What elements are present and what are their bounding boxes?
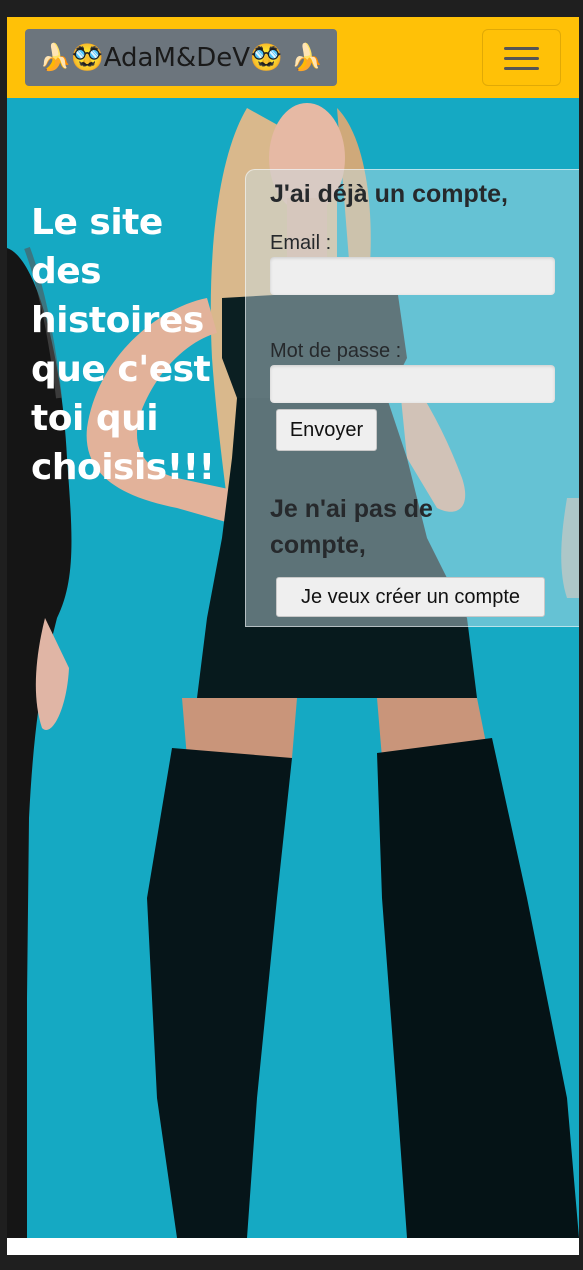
login-title: J'ai déjà un compte,: [270, 180, 508, 208]
email-label: Email :: [270, 232, 332, 254]
browser-viewport: 🍌🥸AdaM&DeV🥸 🍌 Le site des histoires que …: [7, 17, 579, 1255]
hamburger-menu-icon: [504, 47, 539, 50]
email-field[interactable]: [270, 257, 555, 295]
create-account-label: Je veux créer un compte: [301, 585, 520, 608]
navbar: 🍌🥸AdaM&DeV🥸 🍌: [7, 17, 579, 98]
site-brand-link[interactable]: 🍌🥸AdaM&DeV🥸 🍌: [25, 29, 337, 86]
submit-login-button[interactable]: Envoyer: [276, 409, 377, 451]
page-bottom-strip: [7, 1238, 579, 1255]
brand-text: 🍌🥸AdaM&DeV🥸 🍌: [38, 42, 324, 73]
signup-title: Je n'ai pas de compte,: [270, 495, 433, 559]
hero-section: Le site des histoires que c'est toi qui …: [7, 98, 579, 1238]
login-signup-panel: J'ai déjà un compte, Email : Mot de pass…: [245, 169, 579, 627]
submit-login-label: Envoyer: [289, 418, 364, 441]
create-account-button[interactable]: Je veux créer un compte: [276, 577, 545, 617]
hero-headline: Le site des histoires que c'est toi qui …: [31, 202, 215, 488]
navbar-toggle-button[interactable]: [482, 29, 561, 86]
password-field[interactable]: [270, 365, 555, 403]
password-label: Mot de passe :: [270, 340, 402, 362]
